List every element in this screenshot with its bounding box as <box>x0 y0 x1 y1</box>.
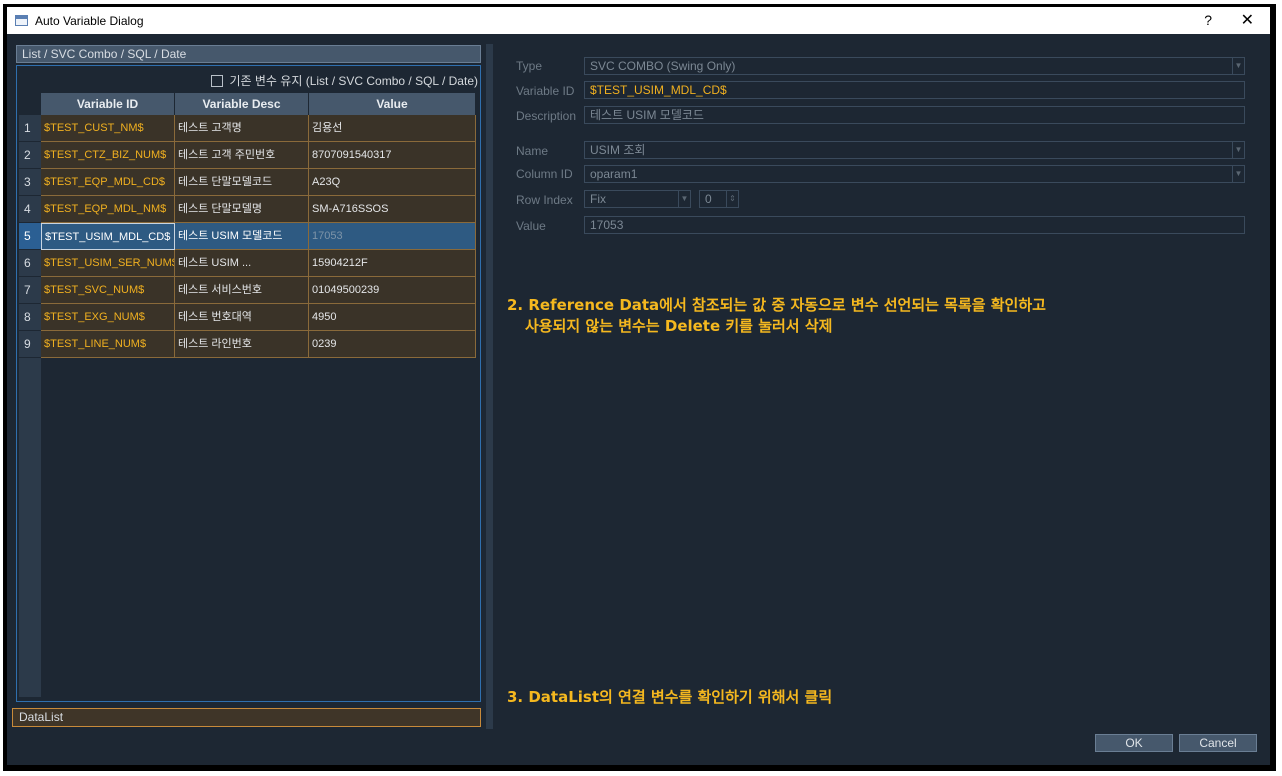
row-index-mode-select[interactable]: Fix ▼ <box>584 190 691 208</box>
row-index-stepper-value: 0 <box>705 192 712 206</box>
value-cell[interactable]: SM-A716SSOS <box>309 196 476 223</box>
name-select[interactable]: USIM 조회 ▼ <box>584 141 1245 159</box>
table-row[interactable]: 8 $TEST_EXG_NUM$ 테스트 번호대역 4950 <box>19 304 476 331</box>
table-row[interactable]: 2 $TEST_CTZ_BIZ_NUM$ 테스트 고객 주민번호 8707091540… <box>19 142 476 169</box>
cancel-button[interactable]: Cancel <box>1179 734 1257 752</box>
stepper-arrows-icon[interactable]: ⇕ <box>726 191 738 207</box>
variable-desc-cell[interactable]: 테스트 고객 주민번호 <box>175 142 309 169</box>
variable-desc-cell[interactable]: 테스트 USIM 모델코드 <box>175 223 309 250</box>
keep-variables-checkbox[interactable] <box>211 74 224 87</box>
row-number[interactable]: 2 <box>19 142 41 169</box>
description-field[interactable]: 테스트 USIM 모델코드 <box>584 106 1245 124</box>
row-number[interactable]: 6 <box>19 250 41 277</box>
name-label: Name <box>516 144 549 158</box>
grid-corner <box>19 93 41 115</box>
name-select-value: USIM 조회 <box>590 143 646 157</box>
type-label: Type <box>516 59 543 73</box>
table-row[interactable]: 9 $TEST_LINE_NUM$ 테스트 라인번호 0239 <box>19 331 476 358</box>
row-index-label: Row Index <box>516 193 573 207</box>
row-number[interactable]: 3 <box>19 169 41 196</box>
chevron-down-icon[interactable]: ▼ <box>1232 58 1244 74</box>
table-row[interactable]: 3 $TEST_EQP_MDL_CD$ 테스트 단말모델코드 A23Q <box>19 169 476 196</box>
datalist-tab[interactable]: DataList <box>12 708 481 727</box>
column-header-variable-desc[interactable]: Variable Desc <box>175 93 309 115</box>
column-id-select[interactable]: oparam1 ▼ <box>584 165 1245 183</box>
close-icon[interactable]: ✕ <box>1241 10 1254 29</box>
ok-button[interactable]: OK <box>1095 734 1173 752</box>
column-header-value[interactable]: Value <box>309 93 476 115</box>
value-cell[interactable]: 4950 <box>309 304 476 331</box>
variable-id-cell[interactable]: $TEST_EQP_MDL_CD$ <box>41 169 175 196</box>
value-field[interactable]: 17053 <box>584 216 1245 234</box>
chevron-down-icon[interactable]: ▼ <box>1232 142 1244 158</box>
variable-id-cell[interactable]: $TEST_EXG_NUM$ <box>41 304 175 331</box>
keep-variables-label: 기존 변수 유지 (List / SVC Combo / SQL / Date) <box>229 74 478 88</box>
value-label: Value <box>516 219 546 233</box>
row-number[interactable]: 4 <box>19 196 41 223</box>
value-cell[interactable]: 17053 <box>309 223 476 250</box>
chevron-down-icon[interactable]: ▼ <box>678 191 690 207</box>
variable-id-cell[interactable]: $TEST_CUST_NM$ <box>41 115 175 142</box>
row-number[interactable]: 7 <box>19 277 41 304</box>
variable-desc-cell[interactable]: 테스트 고객명 <box>175 115 309 142</box>
variable-id-cell[interactable]: $TEST_EQP_MDL_NM$ <box>41 196 175 223</box>
variable-list-panel: 기존 변수 유지 (List / SVC Combo / SQL / Date)… <box>16 65 481 702</box>
help-button[interactable]: ? <box>1204 12 1212 28</box>
value-cell[interactable]: 15904212F <box>309 250 476 277</box>
variable-desc-cell[interactable]: 테스트 서비스번호 <box>175 277 309 304</box>
table-row[interactable]: 6 $TEST_USIM_SER_NUM$ 테스트 USIM ... 15904212… <box>19 250 476 277</box>
value-cell[interactable]: 0239 <box>309 331 476 358</box>
type-select[interactable]: SVC COMBO (Swing Only) ▼ <box>584 57 1245 75</box>
value-cell[interactable]: A23Q <box>309 169 476 196</box>
annotation-step3: 3. DataList의 연결 변수를 확인하기 위해서 클릭 <box>507 688 833 706</box>
variable-grid: Variable ID Variable Desc Value 1 $TEST_C… <box>19 93 476 358</box>
variable-desc-cell[interactable]: 테스트 단말모델코드 <box>175 169 309 196</box>
column-id-select-value: oparam1 <box>590 167 638 181</box>
variable-id-field[interactable]: $TEST_USIM_MDL_CD$ <box>584 81 1245 99</box>
table-row[interactable]: 7 $TEST_SVC_NUM$ 테스트 서비스번호 01049500239 <box>19 277 476 304</box>
type-select-value: SVC COMBO (Swing Only) <box>590 59 736 73</box>
dialog-window: Auto Variable Dialog ? ✕ List / SVC Comb… <box>7 7 1270 765</box>
title-bar: Auto Variable Dialog ? ✕ <box>7 7 1270 34</box>
row-number[interactable]: 9 <box>19 331 41 358</box>
row-index-mode-value: Fix <box>590 192 606 206</box>
column-header-variable-id[interactable]: Variable ID <box>41 93 175 115</box>
row-number[interactable]: 1 <box>19 115 41 142</box>
variable-desc-cell[interactable]: 테스트 단말모델명 <box>175 196 309 223</box>
variable-id-cell[interactable]: $TEST_LINE_NUM$ <box>41 331 175 358</box>
grid-body: 1 $TEST_CUST_NM$ 테스트 고객명 김용선 2 $TEST_CTZ_BIZ_… <box>19 115 476 358</box>
variable-desc-cell[interactable]: 테스트 USIM ... <box>175 250 309 277</box>
row-index-stepper[interactable]: 0 ⇕ <box>699 190 739 208</box>
chevron-down-icon[interactable]: ▼ <box>1232 166 1244 182</box>
row-number[interactable]: 5 <box>19 223 41 250</box>
value-cell[interactable]: 01049500239 <box>309 277 476 304</box>
keep-variables-option[interactable]: 기존 변수 유지 (List / SVC Combo / SQL / Date) <box>211 72 478 89</box>
window-title: Auto Variable Dialog <box>35 13 144 28</box>
variable-desc-cell[interactable]: 테스트 번호대역 <box>175 304 309 331</box>
variable-id-cell[interactable]: $TEST_CTZ_BIZ_NUM$ <box>41 142 175 169</box>
app-icon <box>15 15 28 26</box>
annotation-step2-line2: 사용되지 않는 변수는 Delete 키를 눌러서 삭제 <box>525 317 833 335</box>
annotation-step2-line1: 2. Reference Data에서 참조되는 값 중 자동으로 변수 선언되… <box>507 296 1046 314</box>
table-row[interactable]: 4 $TEST_EQP_MDL_NM$ 테스트 단말모델명 SM-A716SSOS <box>19 196 476 223</box>
variable-id-cell[interactable]: $TEST_USIM_MDL_CD$ <box>41 223 175 250</box>
grid-header: Variable ID Variable Desc Value <box>19 93 476 115</box>
panel-splitter[interactable] <box>486 44 493 729</box>
variable-id-cell[interactable]: $TEST_SVC_NUM$ <box>41 277 175 304</box>
column-id-label: Column ID <box>516 167 573 181</box>
value-cell[interactable]: 김용선 <box>309 115 476 142</box>
table-row[interactable]: 5 $TEST_USIM_MDL_CD$ 테스트 USIM 모델코드 17053 <box>19 223 476 250</box>
table-row[interactable]: 1 $TEST_CUST_NM$ 테스트 고객명 김용선 <box>19 115 476 142</box>
variable-id-label: Variable ID <box>516 84 575 98</box>
description-label: Description <box>516 109 577 123</box>
row-number[interactable]: 8 <box>19 304 41 331</box>
section-header: List / SVC Combo / SQL / Date <box>16 45 481 63</box>
variable-id-cell[interactable]: $TEST_USIM_SER_NUM$ <box>41 250 175 277</box>
variable-desc-cell[interactable]: 테스트 라인번호 <box>175 331 309 358</box>
value-cell[interactable]: 8707091540317 <box>309 142 476 169</box>
